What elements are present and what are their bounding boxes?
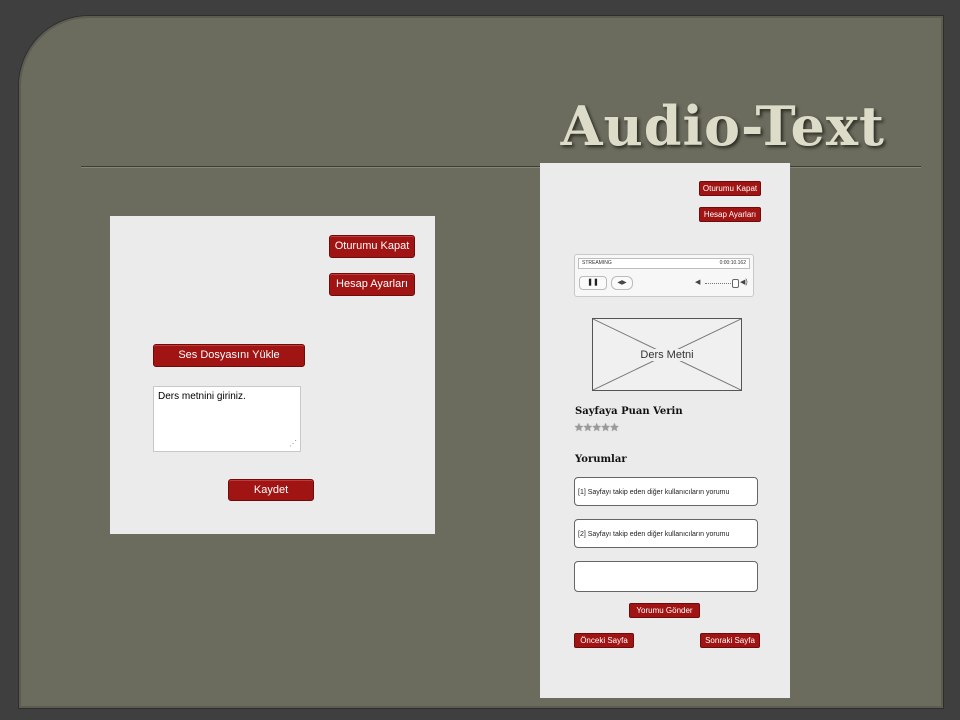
volume-slider-knob[interactable] [732, 279, 739, 288]
send-comment-button[interactable]: Yorumu Gönder [629, 603, 700, 618]
save-button[interactable]: Kaydet [228, 479, 314, 501]
account-settings-button[interactable]: Hesap Ayarları [329, 273, 415, 296]
comment-item: [2] Sayfayı takip eden diğer kullanıcıla… [574, 519, 758, 548]
upload-page-mockup: Oturumu Kapat Hesap Ayarları Ses Dosyası… [110, 216, 435, 534]
player-status: STREAMING [582, 260, 612, 266]
comments-heading: Yorumlar [575, 454, 627, 465]
player-time: 0:00:10.162 [719, 260, 746, 266]
upload-audio-button[interactable]: Ses Dosyasını Yükle [153, 344, 305, 367]
star-rating[interactable]: ★★★★★ [574, 421, 619, 434]
seek-forward-icon[interactable]: ▶ [622, 280, 627, 286]
resize-handle-icon[interactable]: ⋰ [289, 440, 297, 448]
slide-title: Audio-Text [560, 94, 885, 158]
title-divider [81, 166, 921, 167]
comment-item: [1] Sayfayı takip eden diğer kullanıcıla… [574, 477, 758, 506]
audio-player: STREAMING 0:00:10.162 ❚❚ ◀▶ ◀ ◀) [574, 254, 754, 297]
volume-high-icon[interactable]: ◀) [740, 278, 748, 286]
seek-controls[interactable]: ◀▶ [611, 276, 633, 290]
comment-input[interactable] [574, 561, 758, 592]
lesson-text-placeholder: Ders Metni [592, 318, 742, 391]
rating-heading: Sayfaya Puan Verin [575, 406, 683, 417]
placeholder-label: Ders Metni [638, 348, 696, 361]
lesson-page-mockup: Oturumu Kapat Hesap Ayarları STREAMING 0… [540, 163, 790, 698]
previous-page-button[interactable]: Önceki Sayfa [574, 633, 634, 648]
pause-button[interactable]: ❚❚ [579, 276, 607, 290]
logout-button[interactable]: Oturumu Kapat [699, 181, 761, 196]
lesson-text-input[interactable]: Ders metnini giriniz. ⋰ [153, 386, 301, 452]
audio-progress-track[interactable]: STREAMING 0:00:10.162 [578, 258, 750, 269]
logout-button[interactable]: Oturumu Kapat [329, 235, 415, 258]
lesson-text-value: Ders metnini giriniz. [158, 391, 246, 402]
next-page-button[interactable]: Sonraki Sayfa [700, 633, 760, 648]
account-settings-button[interactable]: Hesap Ayarları [699, 207, 761, 222]
volume-low-icon[interactable]: ◀ [695, 278, 700, 286]
